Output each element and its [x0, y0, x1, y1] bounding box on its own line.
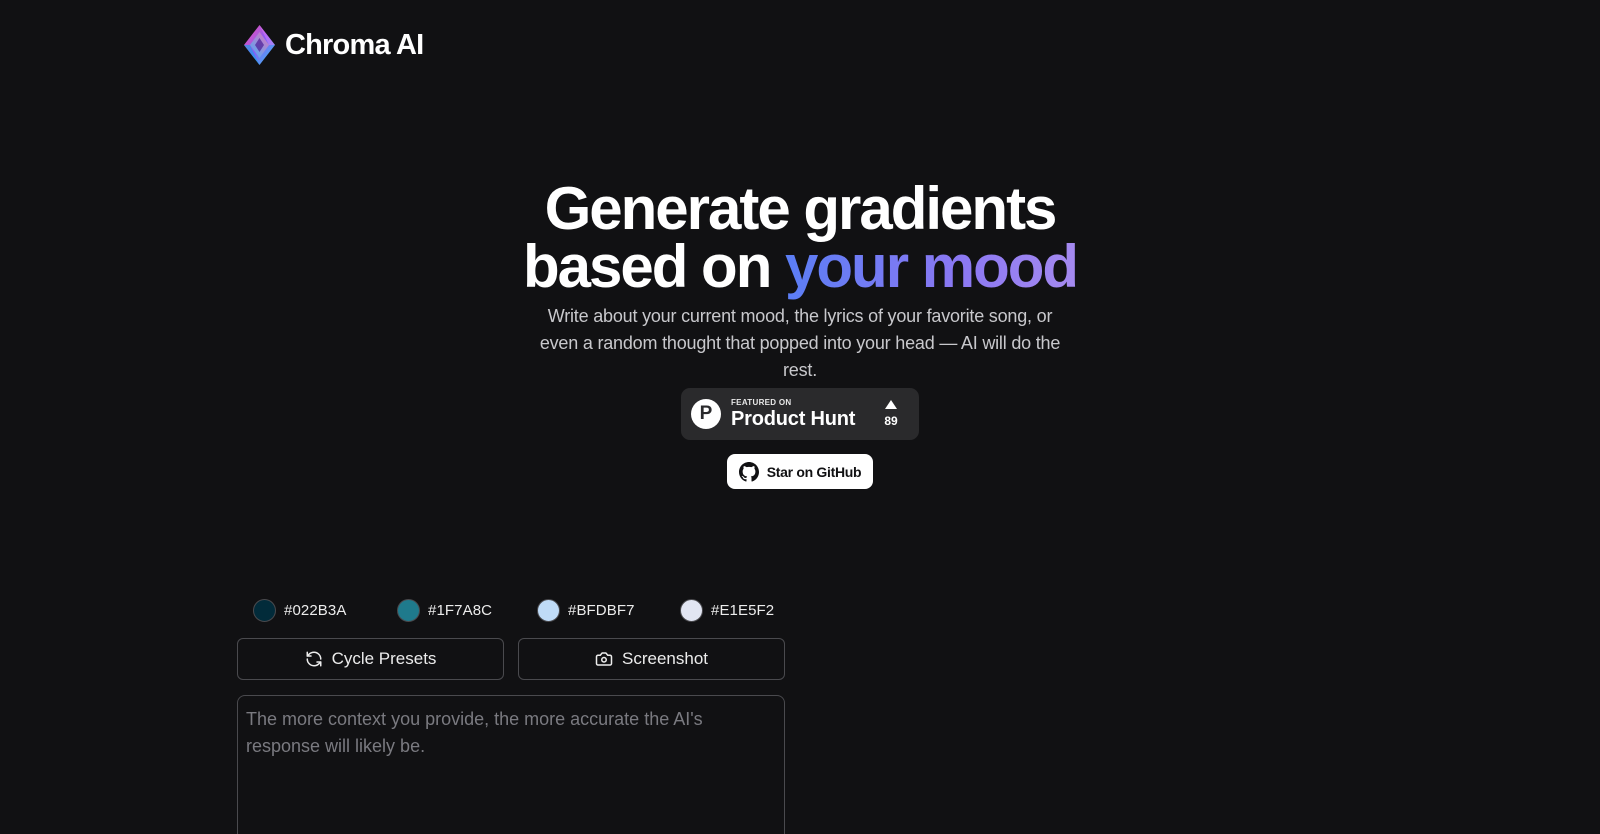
product-hunt-votes: 89 — [882, 400, 900, 428]
swatch-3[interactable]: #BFDBF7 — [537, 599, 635, 622]
swatch-4[interactable]: #E1E5F2 — [680, 599, 774, 622]
star-on-github-button[interactable]: Star on GitHub — [727, 454, 873, 489]
hero-title-line2: based on your mood — [0, 237, 1600, 297]
gem-diamond-icon — [244, 25, 275, 65]
product-hunt-icon: P — [691, 399, 721, 429]
swatch-hex-label: #1F7A8C — [428, 602, 493, 619]
product-hunt-badge[interactable]: P FEATURED ON Product Hunt 89 — [681, 388, 919, 440]
swatch-hex-label: #022B3A — [284, 602, 347, 619]
product-hunt-text: FEATURED ON Product Hunt — [731, 398, 855, 430]
screenshot-label: Screenshot — [622, 649, 708, 668]
hero-subtitle: Write about your current mood, the lyric… — [539, 306, 1061, 380]
brand-logo[interactable]: Chroma AI — [243, 24, 424, 66]
landing-page: Chroma AI Generate gradients based on yo… — [0, 0, 1600, 834]
hero-title: Generate gradients based on your mood — [0, 175, 1600, 297]
swatch-hex-label: #BFDBF7 — [568, 602, 635, 619]
star-on-github-label: Star on GitHub — [766, 463, 862, 480]
upvote-arrow-icon — [885, 400, 897, 409]
swatch-color-dot — [253, 599, 276, 622]
cycle-presets-label: Cycle Presets — [331, 649, 437, 668]
swatch-color-dot — [397, 599, 420, 622]
swatch-1[interactable]: #022B3A — [253, 599, 346, 622]
refresh-icon — [306, 651, 322, 667]
brand-name: Chroma AI — [285, 28, 424, 61]
hero-title-accent: your mood — [785, 233, 1079, 300]
cycle-presets-button[interactable]: Cycle Presets — [237, 638, 504, 680]
hero-title-line1: Generate gradients — [544, 175, 1058, 242]
camera-icon — [595, 652, 613, 666]
swatch-color-dot — [537, 599, 560, 622]
swatch-color-dot — [680, 599, 703, 622]
product-hunt-featured-label: FEATURED ON — [731, 398, 792, 407]
hero-title-plain: based on — [522, 233, 786, 300]
palette-swatches: #022B3A #1F7A8C #BFDBF7 #E1E5F2 — [253, 599, 793, 623]
product-hunt-vote-count: 89 — [884, 414, 898, 428]
swatch-hex-label: #E1E5F2 — [711, 602, 775, 619]
screenshot-button[interactable]: Screenshot — [518, 638, 785, 680]
mood-prompt-textarea[interactable]: The more context you provide, the more a… — [237, 695, 785, 834]
swatch-2[interactable]: #1F7A8C — [397, 599, 492, 622]
product-hunt-name: Product Hunt — [731, 408, 856, 430]
mood-prompt-placeholder: The more context you provide, the more a… — [246, 709, 703, 756]
github-icon — [738, 461, 759, 482]
